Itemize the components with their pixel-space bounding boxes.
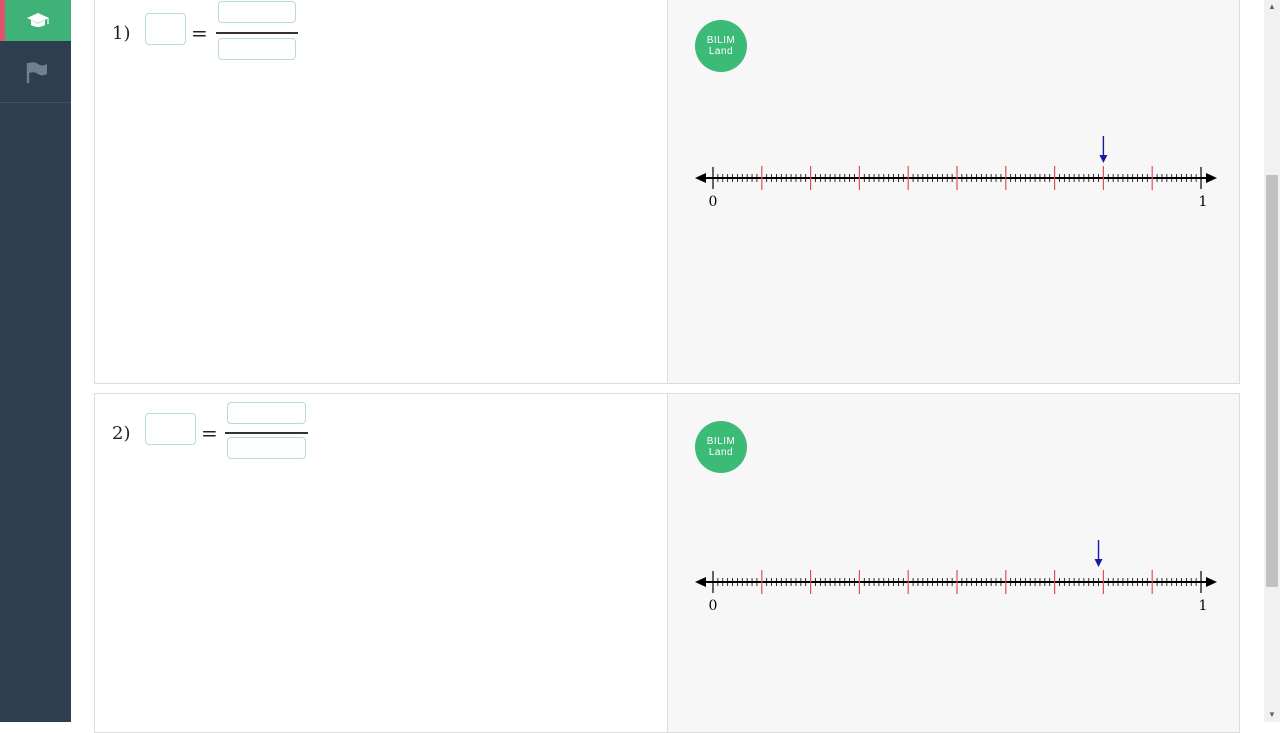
number-line: 01	[695, 136, 1217, 210]
whole-number-input[interactable]	[145, 413, 196, 445]
exercise-card-2: 2) = BILIM Land 01	[94, 393, 1240, 733]
number-line: 01	[695, 540, 1217, 614]
tick-label-end: 1	[1199, 598, 1208, 614]
numerator-input[interactable]	[227, 402, 306, 424]
numerator-input[interactable]	[218, 1, 296, 23]
fraction-bar	[225, 432, 308, 434]
logo-text-line1: BILIM	[706, 35, 736, 46]
exercise-number: 1)	[112, 23, 131, 44]
equals-sign: =	[201, 421, 218, 445]
exercise-card-1: 1) = BILIM Land 01	[94, 0, 1240, 384]
axis-arrow-left	[695, 173, 706, 183]
logo-text-line1: BILIM	[706, 436, 736, 447]
scroll-down-arrow-icon[interactable]: ▼	[1264, 708, 1280, 722]
sidebar-item-goals[interactable]	[0, 41, 71, 103]
pointer-arrow-head	[1099, 155, 1108, 163]
bilimland-logo: BILIM Land	[695, 20, 747, 72]
fraction-bar	[216, 32, 298, 34]
axis-arrow-right	[1206, 577, 1217, 587]
tick-label-start: 0	[709, 194, 718, 210]
main-content: 1) = BILIM Land 01 2) = BILIM Land 0 1	[71, 0, 1264, 733]
exercise-illustration: BILIM Land 01	[667, 394, 1239, 732]
logo-text-line2: Land	[708, 447, 734, 458]
sidebar	[0, 0, 71, 722]
scrollbar-thumb[interactable]	[1266, 175, 1278, 587]
graduation-cap-icon	[27, 12, 49, 27]
axis-arrow-right	[1206, 173, 1217, 183]
denominator-input[interactable]	[218, 38, 296, 60]
exercise-illustration: BILIM Land 01	[667, 0, 1239, 383]
exercise-question: 1) =	[95, 0, 667, 383]
exercise-number: 2)	[112, 423, 131, 444]
logo-text-line2: Land	[708, 46, 734, 57]
tick-label-end: 1	[1199, 194, 1208, 210]
flag-icon	[26, 61, 47, 83]
denominator-input[interactable]	[227, 437, 306, 459]
scrollbar[interactable]: ▲ ▼	[1264, 0, 1280, 722]
pointer-arrow-head	[1094, 559, 1103, 567]
axis-arrow-left	[695, 577, 706, 587]
exercise-question: 2) =	[95, 394, 667, 732]
equals-sign: =	[191, 21, 208, 45]
tick-label-start: 0	[709, 598, 718, 614]
whole-number-input[interactable]	[145, 13, 186, 45]
sidebar-item-lessons[interactable]	[0, 0, 71, 41]
scroll-up-arrow-icon[interactable]: ▲	[1264, 0, 1280, 14]
bilimland-logo: BILIM Land	[695, 421, 747, 473]
